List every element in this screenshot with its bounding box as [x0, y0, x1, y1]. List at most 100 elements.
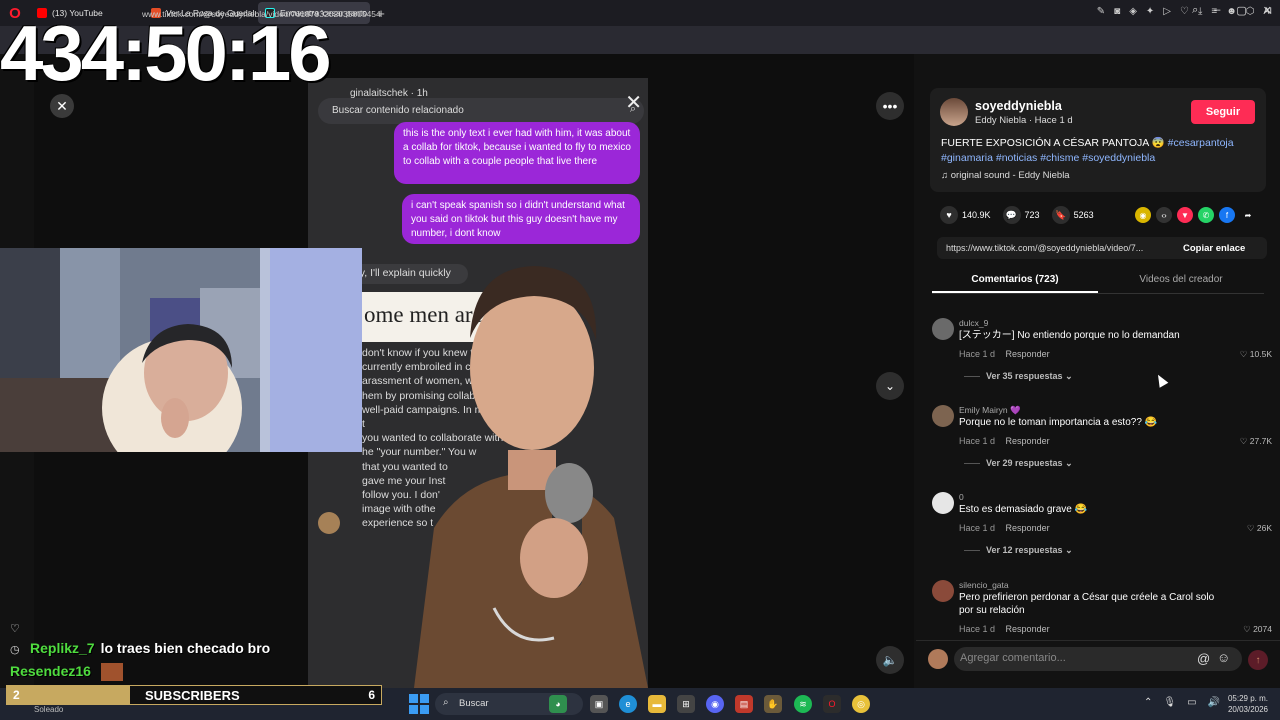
download-icon[interactable]: ⤓	[1198, 6, 1202, 17]
facebook-icon[interactable]: f	[1219, 207, 1235, 223]
volume-button[interactable]: 🔈	[876, 646, 904, 674]
chevron-down-icon: ⌄	[1065, 458, 1073, 468]
mention-icon[interactable]: @	[1197, 651, 1210, 666]
copy-link-button[interactable]: Copiar enlace	[1183, 243, 1245, 254]
store-icon[interactable]: ⊞	[677, 695, 695, 713]
cube-icon[interactable]: ◈	[1129, 6, 1137, 17]
send-comment-button[interactable]: ↑	[1248, 650, 1268, 670]
coin-icon[interactable]: ◉	[1135, 207, 1151, 223]
chrome-icon[interactable]: ◎	[852, 695, 870, 713]
emoji-icon[interactable]: ☺	[1217, 650, 1230, 665]
like-count: 10.5K	[1249, 349, 1272, 359]
reply-button[interactable]: Responder	[1006, 436, 1050, 446]
music-row[interactable]: ♫ original sound - Eddy Niebla	[941, 170, 1070, 181]
task-view-icon[interactable]: ▣	[590, 695, 608, 713]
search-icon: ⌕	[443, 697, 449, 708]
view-replies-button[interactable]: Ver 35 respuestas ⌄	[964, 371, 1073, 382]
chat-username: Resendez16	[10, 663, 91, 679]
taskbar-search-label: Buscar	[459, 698, 489, 709]
widgets-icon[interactable]: ◕	[549, 695, 567, 713]
goal-label: SUBSCRIBERS	[145, 688, 240, 703]
play-icon[interactable]: ▷	[1163, 6, 1171, 17]
comment-icon[interactable]: 💬	[1002, 206, 1021, 224]
microphone-icon[interactable]: 🎙	[1163, 697, 1176, 708]
comment-likes[interactable]: ♡ 27.7K	[1240, 436, 1272, 447]
view-replies-button[interactable]: Ver 29 respuestas ⌄	[964, 458, 1073, 469]
avatar[interactable]	[940, 98, 968, 126]
share-icon[interactable]: ➦	[1240, 207, 1256, 223]
like-count: 27.7K	[1249, 436, 1272, 446]
comment-likes[interactable]: ♡ 26K	[1247, 523, 1272, 534]
chevron-down-icon: ⌄	[1065, 371, 1073, 381]
avatar[interactable]	[932, 318, 954, 340]
active-tab-indicator	[932, 291, 1098, 293]
clock-icon: ◷	[10, 644, 20, 656]
avatar[interactable]	[932, 405, 954, 427]
display-icon[interactable]: ▭	[1187, 697, 1196, 708]
subscriber-goal-bar: 2 SUBSCRIBERS 6	[6, 685, 382, 705]
view-replies-button[interactable]: Ver 12 respuestas ⌄	[964, 545, 1073, 556]
file-explorer-icon[interactable]: ▬	[648, 695, 666, 713]
embed-icon[interactable]: ‹›	[1156, 207, 1172, 223]
replies-label: Ver 29 respuestas	[986, 458, 1063, 468]
next-video-button[interactable]: ⌄	[876, 372, 904, 400]
heart-icon: ♡	[1243, 624, 1251, 634]
comment-text: Porque no le toman importancia a esto?? …	[959, 417, 1158, 428]
comment-time: Hace 1 d	[959, 624, 996, 634]
comment-likes[interactable]: ♡ 2074	[1243, 624, 1272, 635]
comment-meta: Hace 1 d Responder	[959, 523, 1058, 533]
reply-button[interactable]: Responder	[1006, 523, 1050, 533]
extension-icon[interactable]: ✦	[1146, 6, 1154, 17]
comment-username[interactable]: silencio_gata	[959, 580, 1009, 590]
send-icon[interactable]: ▼	[1177, 207, 1193, 223]
avatar[interactable]	[932, 492, 954, 514]
bookmark-icon[interactable]: 🔖	[1051, 206, 1070, 224]
edit-icon[interactable]: ✎	[1097, 6, 1105, 17]
search-related-bar[interactable]: Buscar contenido relacionado ⌕	[318, 98, 644, 124]
comment-username[interactable]: Emily Mairyn 💜	[959, 405, 1021, 416]
author-name[interactable]: soyeddyniebla	[975, 99, 1062, 113]
media-app-icon[interactable]: ▤	[735, 695, 753, 713]
emote-icon	[100, 663, 123, 682]
spotify-icon[interactable]: ≋	[794, 695, 812, 713]
list-item: 0 Esto es demasiado grave 😂 Hace 1 d Res…	[932, 492, 1272, 576]
account-icon[interactable]: ☻	[1226, 6, 1237, 17]
weather-label: Soleado	[34, 705, 64, 714]
tab-comments[interactable]: Comentarios (723)	[932, 274, 1098, 285]
comment-username[interactable]: dulcx_9	[959, 318, 988, 328]
avatar[interactable]	[932, 580, 954, 602]
tab-creator-videos[interactable]: Videos del creador	[1098, 274, 1264, 285]
settings-icon[interactable]: ⬡	[1246, 6, 1255, 17]
music-label: original sound - Eddy Niebla	[950, 170, 1070, 181]
heart-icon: ♡	[10, 623, 20, 635]
opera-icon[interactable]: O	[823, 695, 841, 713]
video-link[interactable]: https://www.tiktok.com/@soyeddyniebla/vi…	[946, 243, 1172, 253]
reply-button[interactable]: Responder	[1006, 624, 1050, 634]
like-icon[interactable]: ♥	[940, 206, 958, 224]
presenter-figure	[414, 266, 648, 688]
windows-start-icon[interactable]	[409, 694, 429, 714]
follow-button[interactable]: Seguir	[1191, 100, 1255, 124]
app-icon[interactable]: ✋	[764, 695, 782, 713]
camera-icon[interactable]: ◙	[1114, 6, 1120, 17]
stream-timer: 434:50:16	[0, 9, 332, 97]
chevron-up-icon[interactable]: ⌃	[1144, 697, 1152, 708]
volume-icon[interactable]: 🔊	[1208, 697, 1220, 708]
system-clock[interactable]: 05:29 p. m. 20/03/2026	[1224, 693, 1268, 715]
music-note-icon: ♫	[941, 170, 949, 181]
heart-icon[interactable]: ♡	[1180, 6, 1189, 17]
close-video-button[interactable]: ✕	[50, 94, 74, 118]
comment-likes[interactable]: ♡ 10.5K	[1240, 349, 1272, 360]
reply-button[interactable]: Responder	[1006, 349, 1050, 359]
goal-progress-fill	[7, 686, 131, 704]
chevron-down-icon: ⌄	[1065, 545, 1073, 555]
ai-button[interactable]: AI	[1263, 6, 1272, 17]
more-options-button[interactable]: •••	[876, 92, 904, 120]
discord-icon[interactable]: ◉	[706, 695, 724, 713]
whatsapp-icon[interactable]: ✆	[1198, 207, 1214, 223]
menu-icon[interactable]: ≡	[1211, 6, 1217, 17]
chat-message: Resendez16	[10, 663, 123, 682]
comment-time: Hace 1 d	[959, 436, 996, 446]
comment-username[interactable]: 0	[959, 492, 964, 502]
edge-icon[interactable]: e	[619, 695, 637, 713]
